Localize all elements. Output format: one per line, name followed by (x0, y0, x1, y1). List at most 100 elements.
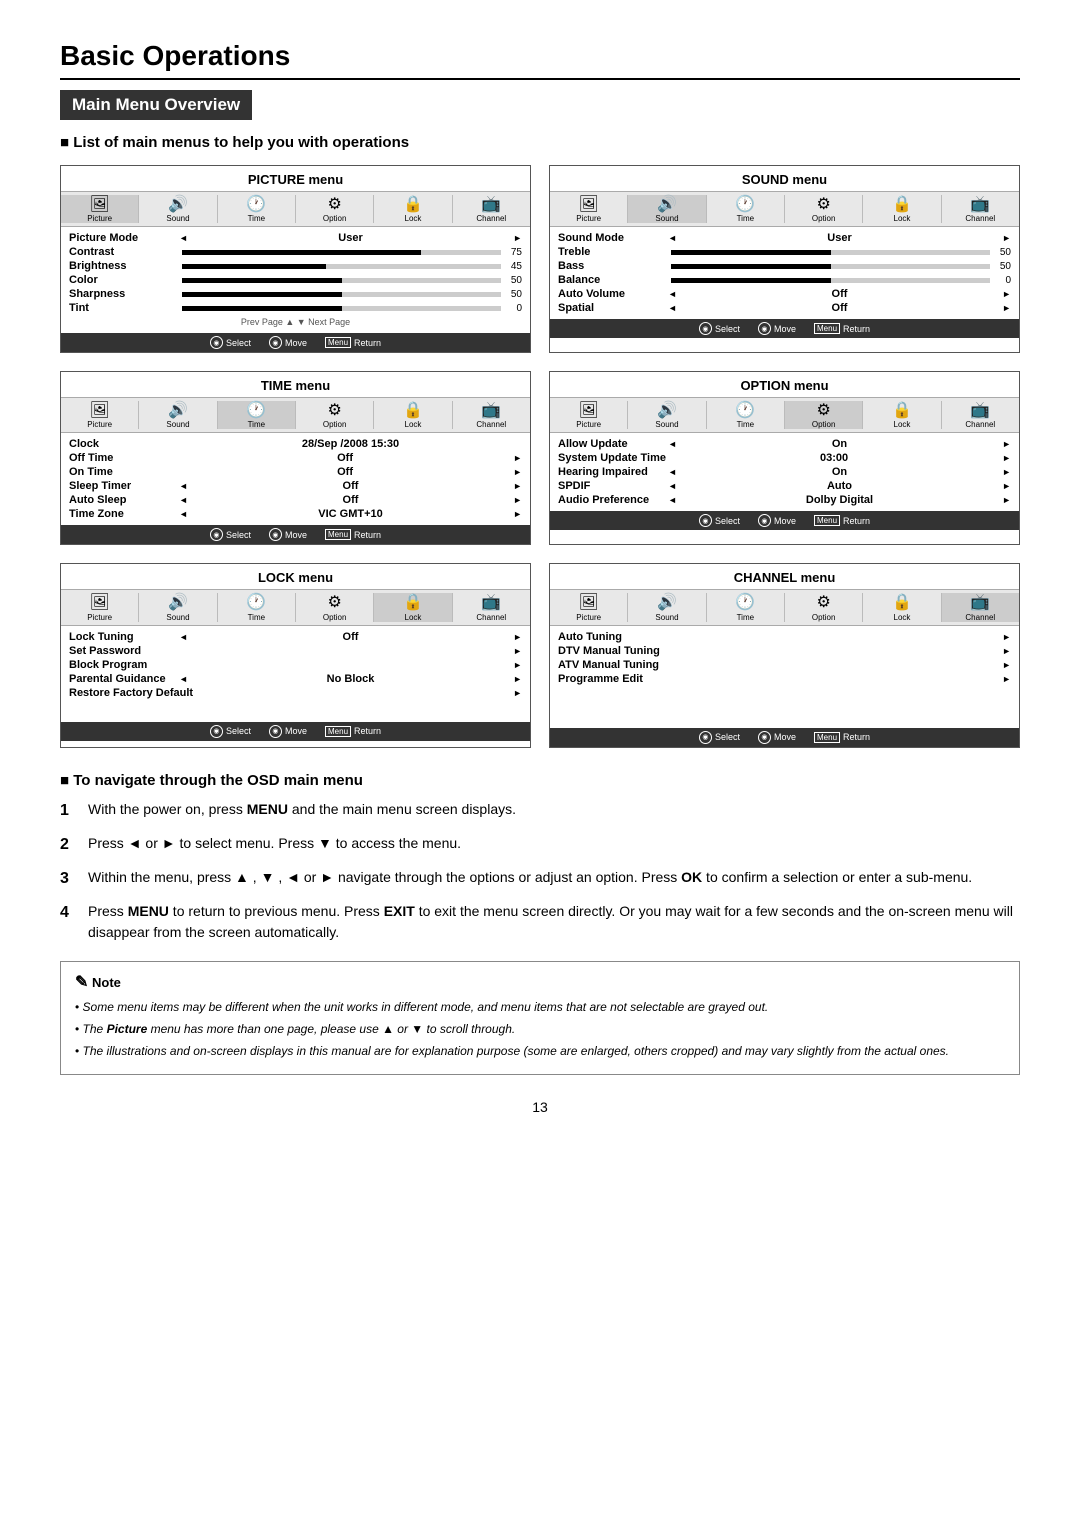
lock-row-block: Block Program ► (69, 658, 522, 672)
nav-section: To navigate through the OSD main menu 1 … (60, 772, 1020, 943)
icon-picture-s: 🖼 Picture (550, 195, 628, 223)
step-3: 3 Within the menu, press ▲ , ▼ , ◄ or ► … (60, 867, 1020, 891)
list-header: List of main menus to help you with oper… (60, 134, 1020, 151)
icon-channel-s: 📺 Channel (942, 195, 1019, 223)
lock-row-restore: Restore Factory Default ► (69, 686, 522, 700)
time-row-autosleep: Auto Sleep ◄ Off ► (69, 493, 522, 507)
time-row-sleep: Sleep Timer ◄ Off ► (69, 479, 522, 493)
icon-time-p: 🕐 Time (218, 195, 296, 223)
lock-menu-box: LOCK menu 🖼 Picture 🔊 Sound 🕐 Time ⚙ Opt… (60, 563, 531, 747)
icon-picture: 🖼 Picture (61, 195, 139, 223)
time-row-offtime: Off Time Off ► (69, 451, 522, 465)
icon-picture-t: 🖼 Picture (61, 401, 139, 429)
option-footer: ◉ Select ◉ Move Menu Return (550, 511, 1019, 530)
note-box: ✎ Note Some menu items may be different … (60, 961, 1020, 1075)
time-menu-title: TIME menu (61, 372, 530, 393)
step-list: 1 With the power on, press MENU and the … (60, 799, 1020, 943)
option-row-allowupdate: Allow Update ◄ On ► (558, 437, 1011, 451)
icon-channel-t: 📺 Channel (453, 401, 530, 429)
icon-sound-c: 🔊 Sound (628, 593, 706, 621)
icon-option-l: ⚙ Option (296, 593, 374, 621)
time-row-timezone: Time Zone ◄ VIC GMT+10 ► (69, 507, 522, 521)
step-1: 1 With the power on, press MENU and the … (60, 799, 1020, 823)
lock-row-locktuning: Lock Tuning ◄ Off ► (69, 630, 522, 644)
icon-sound-o: 🔊 Sound (628, 401, 706, 429)
icon-option-s: ⚙ Option (785, 195, 863, 223)
channel-menu-box: CHANNEL menu 🖼 Picture 🔊 Sound 🕐 Time ⚙ … (549, 563, 1020, 747)
icon-option-c: ⚙ Option (785, 593, 863, 621)
sound-footer: ◉ Select ◉ Move Menu Return (550, 319, 1019, 338)
icon-lock-o: 🔒 Lock (863, 401, 941, 429)
time-menu-content: Clock 28/Sep /2008 15:30 Off Time Off ► … (61, 433, 530, 525)
sound-icon-bar: 🖼 Picture 🔊 Sound 🕐 Time ⚙ Option 🔒 Lock… (550, 191, 1019, 227)
icon-time-s: 🕐 Time (707, 195, 785, 223)
time-icon-bar: 🖼 Picture 🔊 Sound 🕐 Time ⚙ Option 🔒 Lock… (61, 397, 530, 433)
picture-menu-box: PICTURE menu 🖼 Picture 🔊 Sound 🕐 Time ⚙ … (60, 165, 531, 353)
sound-menu-content: Sound Mode ◄ User ► Treble 50 Bass 50 (550, 227, 1019, 319)
lock-row-password: Set Password ► (69, 644, 522, 658)
picture-row-brightness: Brightness 45 (69, 259, 522, 273)
channel-footer: ◉ Select ◉ Move Menu Return (550, 728, 1019, 747)
icon-lock-c: 🔒 Lock (863, 593, 941, 621)
note-title: ✎ Note (75, 972, 1005, 992)
icon-lock-s: 🔒 Lock (863, 195, 941, 223)
picture-prev-next: Prev Page ▲ ▼ Next Page (69, 315, 522, 329)
lock-menu-content: Lock Tuning ◄ Off ► Set Password ► Block… (61, 626, 530, 722)
step-2: 2 Press ◄ or ► to select menu. Press ▼ t… (60, 833, 1020, 857)
icon-option-o: ⚙ Option (785, 401, 863, 429)
channel-row-autotuning: Auto Tuning ► (558, 630, 1011, 644)
note-item-1: Some menu items may be different when th… (75, 998, 1005, 1016)
icon-lock-p: 🔒 Lock (374, 195, 452, 223)
channel-row-programme: Programme Edit ► (558, 672, 1011, 686)
section-header: Main Menu Overview (60, 90, 252, 120)
option-menu-box: OPTION menu 🖼 Picture 🔊 Sound 🕐 Time ⚙ O… (549, 371, 1020, 545)
sound-row-autovolume: Auto Volume ◄ Off ► (558, 287, 1011, 301)
icon-option-t: ⚙ Option (296, 401, 374, 429)
icon-sound-t: 🔊 Sound (139, 401, 217, 429)
picture-row-sharpness: Sharpness 50 (69, 287, 522, 301)
icon-picture-o: 🖼 Picture (550, 401, 628, 429)
lock-menu-title: LOCK menu (61, 564, 530, 585)
icon-picture-l: 🖼 Picture (61, 593, 139, 621)
icon-lock-t: 🔒 Lock (374, 401, 452, 429)
option-row-hearing: Hearing Impaired ◄ On ► (558, 465, 1011, 479)
sound-row-spatial: Spatial ◄ Off ► (558, 301, 1011, 315)
channel-menu-content: Auto Tuning ► DTV Manual Tuning ► ATV Ma… (550, 626, 1019, 728)
sound-row-mode: Sound Mode ◄ User ► (558, 231, 1011, 245)
sound-menu-title: SOUND menu (550, 166, 1019, 187)
lock-icon-bar: 🖼 Picture 🔊 Sound 🕐 Time ⚙ Option 🔒 Lock… (61, 589, 530, 625)
channel-row-atv: ATV Manual Tuning ► (558, 658, 1011, 672)
channel-menu-title: CHANNEL menu (550, 564, 1019, 585)
option-row-spdif: SPDIF ◄ Auto ► (558, 479, 1011, 493)
picture-footer: ◉ Select ◉ Move Menu Return (61, 333, 530, 352)
nav-section-title: To navigate through the OSD main menu (60, 772, 1020, 789)
menus-grid: PICTURE menu 🖼 Picture 🔊 Sound 🕐 Time ⚙ … (60, 165, 1020, 748)
icon-channel-o: 📺 Channel (942, 401, 1019, 429)
page-title: Basic Operations (60, 40, 1020, 80)
lock-footer: ◉ Select ◉ Move Menu Return (61, 722, 530, 741)
icon-time-t: 🕐 Time (218, 401, 296, 429)
option-menu-content: Allow Update ◄ On ► System Update Time 0… (550, 433, 1019, 511)
channel-icon-bar: 🖼 Picture 🔊 Sound 🕐 Time ⚙ Option 🔒 Lock… (550, 589, 1019, 625)
channel-row-dtv: DTV Manual Tuning ► (558, 644, 1011, 658)
note-item-2: The Picture menu has more than one page,… (75, 1020, 1005, 1038)
picture-row-mode: Picture Mode ◄ User ► (69, 231, 522, 245)
option-row-audio: Audio Preference ◄ Dolby Digital ► (558, 493, 1011, 507)
sound-row-balance: Balance 0 (558, 273, 1011, 287)
note-list: Some menu items may be different when th… (75, 998, 1005, 1060)
picture-menu-content: Picture Mode ◄ User ► Contrast 75 Bright… (61, 227, 530, 333)
picture-row-contrast: Contrast 75 (69, 245, 522, 259)
option-menu-title: OPTION menu (550, 372, 1019, 393)
icon-sound-p: 🔊 Sound (139, 195, 217, 223)
icon-channel-c: 📺 Channel (942, 593, 1019, 621)
icon-time-o: 🕐 Time (707, 401, 785, 429)
icon-time-c: 🕐 Time (707, 593, 785, 621)
icon-option-p: ⚙ Option (296, 195, 374, 223)
icon-sound-l: 🔊 Sound (139, 593, 217, 621)
time-footer: ◉ Select ◉ Move Menu Return (61, 525, 530, 544)
time-menu-box: TIME menu 🖼 Picture 🔊 Sound 🕐 Time ⚙ Opt… (60, 371, 531, 545)
icon-channel-p: 📺 Channel (453, 195, 530, 223)
lock-row-parental: Parental Guidance ◄ No Block ► (69, 672, 522, 686)
step-4: 4 Press MENU to return to previous menu.… (60, 901, 1020, 943)
time-row-clock: Clock 28/Sep /2008 15:30 (69, 437, 522, 451)
